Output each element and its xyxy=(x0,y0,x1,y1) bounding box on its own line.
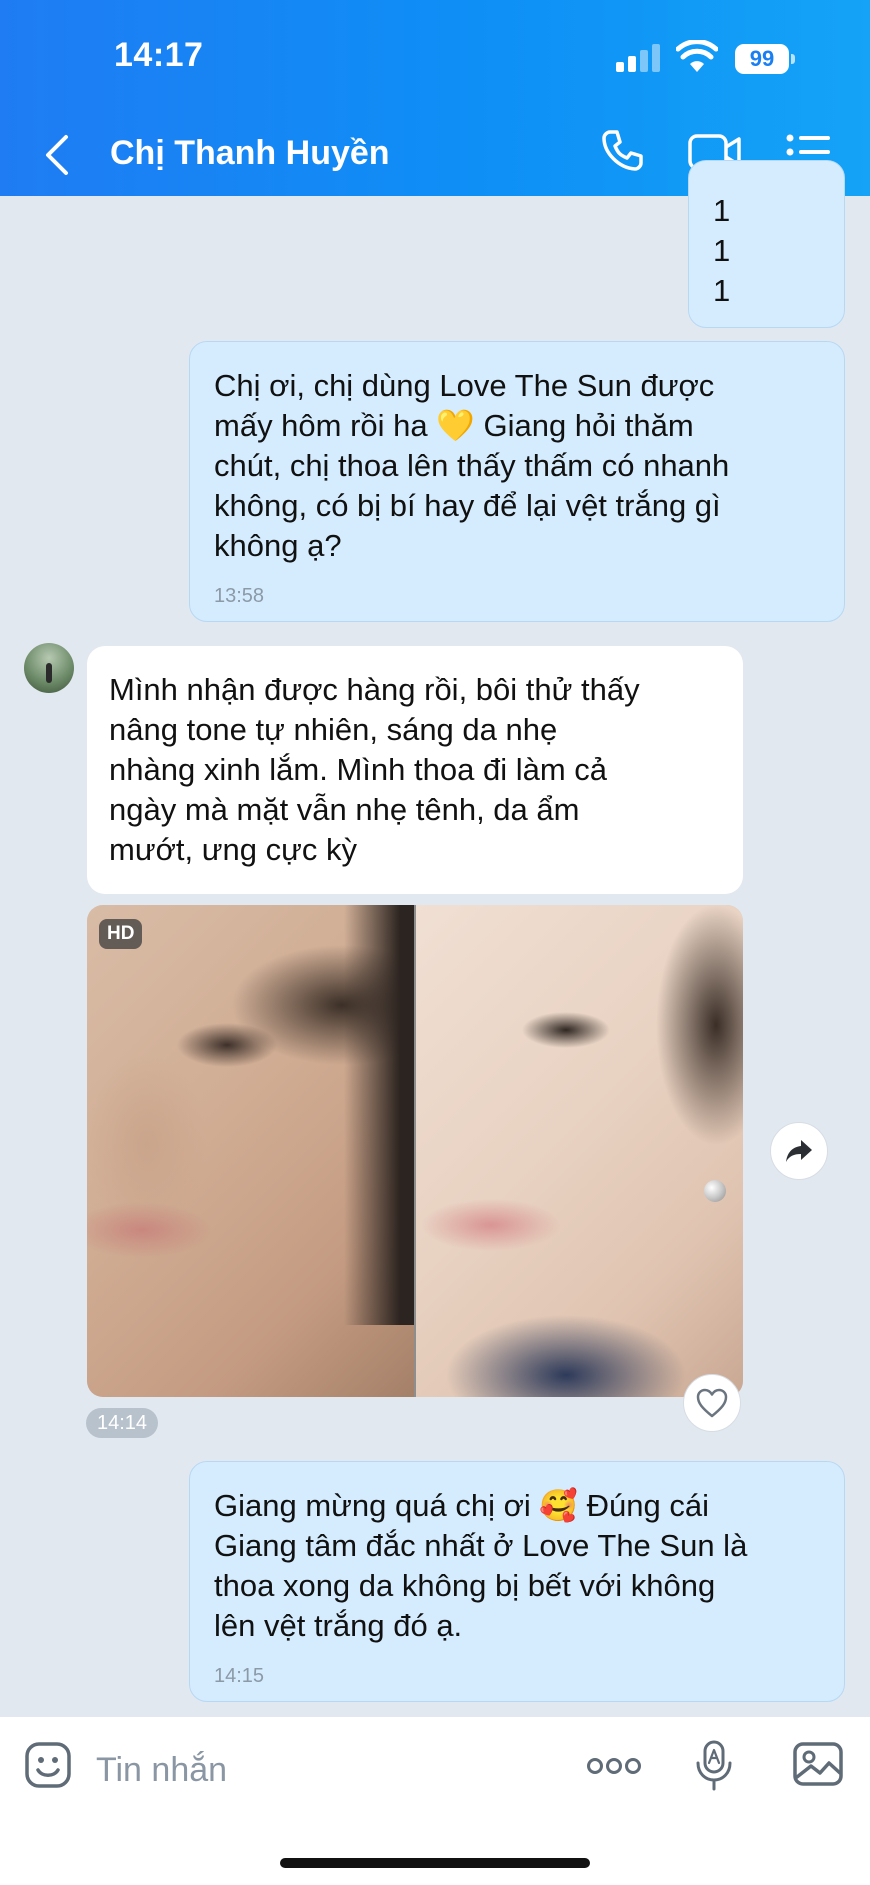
message-bubble-incoming[interactable]: Mình nhận được hàng rồi, bôi thử thấy nâ… xyxy=(87,646,743,894)
message-time: 13:58 xyxy=(214,585,265,607)
hd-badge: HD xyxy=(99,919,143,949)
message-line: chút, chị thoa lên thấy thấm có nhanh xyxy=(214,448,730,483)
message-line: mấy hôm rồi ha 💛 Giang hỏi thăm xyxy=(214,408,694,443)
message-line: không ạ? xyxy=(214,528,342,563)
signal-icon xyxy=(616,44,662,72)
message-bubble-partial[interactable]: 1 1 1 xyxy=(688,160,845,328)
react-button[interactable] xyxy=(683,1374,741,1432)
earring xyxy=(704,1180,726,1202)
photo-time: 14:14 xyxy=(86,1408,158,1438)
message-line: Mình nhận được hàng rồi, bôi thử thấy xyxy=(109,672,640,707)
message-line: nhàng xinh lắm. Mình thoa đi làm cả xyxy=(109,752,607,787)
back-icon[interactable] xyxy=(40,133,76,177)
more-icon[interactable] xyxy=(586,1757,642,1775)
gallery-icon[interactable] xyxy=(792,1741,844,1787)
message-bubble-outgoing[interactable]: Chị ơi, chị dùng Love The Sun được mấy h… xyxy=(189,341,845,622)
message-time: 14:15 xyxy=(214,1665,265,1687)
message-line: 1 xyxy=(713,193,731,228)
status-time: 14:17 xyxy=(114,36,204,74)
sticker-icon[interactable] xyxy=(24,1741,72,1789)
chat-title[interactable]: Chị Thanh Huyền xyxy=(110,134,390,173)
share-button[interactable] xyxy=(770,1122,828,1180)
voice-icon[interactable] xyxy=(694,1739,734,1791)
message-line: Giang tâm đắc nhất ở Love The Sun là xyxy=(214,1528,748,1563)
battery-indicator: 99 xyxy=(735,44,795,74)
message-line: ngày mà mặt vẫn nhẹ tênh, da ẩm xyxy=(109,792,580,827)
photo-divider xyxy=(414,905,416,1397)
message-line: 1 xyxy=(713,273,731,308)
message-line: Chị ơi, chị dùng Love The Sun được xyxy=(214,368,715,403)
message-line: nâng tone tự nhiên, sáng da nhẹ xyxy=(109,712,558,747)
after-photo xyxy=(416,905,743,1397)
message-bubble-outgoing[interactable]: Giang mừng quá chị ơi 🥰 Đúng cái Giang t… xyxy=(189,1461,845,1702)
phone-icon[interactable] xyxy=(600,128,644,172)
avatar[interactable] xyxy=(24,643,74,693)
home-indicator xyxy=(280,1858,590,1868)
before-photo xyxy=(87,905,414,1397)
heart-icon xyxy=(696,1388,728,1418)
message-line: mướt, ưng cực kỳ xyxy=(109,832,357,867)
wifi-icon xyxy=(676,40,718,72)
message-line: thoa xong da không bị bết với không xyxy=(214,1568,716,1603)
message-input-bar: Tin nhắn xyxy=(0,1717,870,1885)
message-line: Giang mừng quá chị ơi 🥰 Đúng cái xyxy=(214,1488,709,1523)
photo-message[interactable]: HD xyxy=(87,905,743,1397)
share-icon xyxy=(786,1140,812,1162)
message-line: không, có bị bí hay để lại vệt trắng gì xyxy=(214,488,721,523)
message-line: lên vệt trắng đó ạ. xyxy=(214,1608,463,1643)
message-input[interactable]: Tin nhắn xyxy=(96,1751,227,1790)
message-line: 1 xyxy=(713,233,731,268)
